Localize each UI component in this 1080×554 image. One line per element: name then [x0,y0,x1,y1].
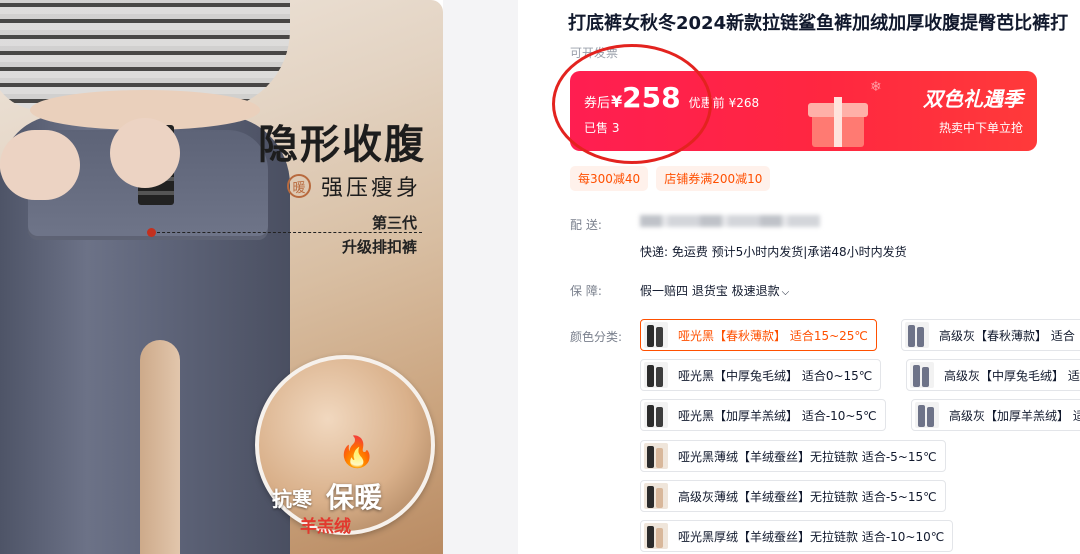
warm-badge-icon: 暖 [287,174,311,198]
guide-dot [147,228,156,237]
generation-label: 第三代 [371,214,417,232]
lambswool-label: 羊羔绒 [300,517,351,537]
pre-discount-label: 优惠前 [688,96,725,110]
color-option-matte-black-thin[interactable]: 哑光黑【春秋薄款】 适合15~25℃ [640,319,877,351]
sold-count: 已售 3 [584,121,620,135]
gift-box-icon [808,93,868,147]
color-option-matte-black-silk-thin[interactable]: 哑光黑薄绒【羊绒蚕丝】无拉链款 适合-5~15℃ [640,440,946,472]
coupon-price: 258 [622,81,681,114]
currency-symbol: ¥ [611,92,623,111]
product-title: 打底裤女秋冬2024新款拉链鲨鱼裤加绒加厚收腹提臀芭比裤打 [568,13,1069,34]
invoice-note: 可开发票 [570,46,619,60]
guarantee-label: 保 障: [570,284,602,298]
option-label: 高级灰【加厚羊羔绒】 适 [949,408,1080,423]
option-thumbnail [644,322,668,348]
color-option-matte-black-silk-thick[interactable]: 哑光黑厚绒【羊绒蚕丝】无拉链款 适合-10~10℃ [640,520,954,552]
option-thumbnail [644,483,668,509]
guarantee-value: 假一赔四 退货宝 极速退款 [640,284,780,298]
option-label: 高级灰薄绒【羊绒蚕丝】无拉链款 适合-5~15℃ [678,489,937,504]
price-row: 券后 ¥ 258 优惠前 ¥268 [584,81,759,114]
left-hand-graphic [0,130,80,200]
snowflake-icon: ❄ [870,79,882,95]
flame-icon: 🔥 [338,435,376,470]
option-thumbnail [905,322,929,348]
option-thumbnail [644,523,668,549]
generation-sub-label: 升级排扣裤 [341,238,417,256]
promo-season-title[interactable]: 双色礼遇季 [923,83,1023,112]
option-label: 哑光黑【中厚兔毛绒】 适合0~15℃ [678,368,873,383]
delivery-label: 配 送: [570,218,602,232]
option-label: 哑光黑【春秋薄款】 适合15~25℃ [678,328,868,343]
coupon-list: 每300减40 店铺券满200减10 [570,166,771,191]
color-option-gray-rabbit[interactable]: 高级灰【中厚兔毛绒】 适 [906,359,1080,391]
delivery-address-redacted[interactable] [640,215,820,227]
guarantee-dropdown[interactable]: 假一赔四 退货宝 极速退款 ⌵ [640,282,789,299]
color-options-label: 颜色分类: [570,330,623,344]
cold-resistant-label: 抗寒 [272,487,312,511]
option-label: 高级灰【春秋薄款】 适合 [939,328,1075,343]
keep-warm-label: 保暖 [326,481,383,514]
color-option-gray-thin[interactable]: 高级灰【春秋薄款】 适合 [901,319,1080,351]
option-thumbnail [644,443,668,469]
product-main-image[interactable]: 隐形收腹 暖 强压瘦身 第三代 升级排扣裤 🔥 抗寒 保暖 羊羔绒 [0,0,443,554]
image-subheadline-row: 暖 强压瘦身 [287,170,421,202]
option-thumbnail [910,362,934,388]
option-label: 哑光黑厚绒【羊绒蚕丝】无拉链款 适合-10~10℃ [678,529,945,544]
option-label: 哑光黑【加厚羊羔绒】 适合-10~5℃ [678,408,877,423]
price-banner: 券后 ¥ 258 优惠前 ¥268 已售 3 ❄ 双色礼遇季 热卖中下单立抢 [570,71,1037,151]
image-headline: 隐形收腹 [258,122,426,168]
option-thumbnail [644,402,668,428]
color-option-matte-black-lambswool[interactable]: 哑光黑【加厚羊羔绒】 适合-10~5℃ [640,399,886,431]
option-thumbnail [915,402,939,428]
color-option-gray-lambswool[interactable]: 高级灰【加厚羊羔绒】 适 [911,399,1080,431]
color-option-gray-silk-thin[interactable]: 高级灰薄绒【羊绒蚕丝】无拉链款 适合-5~15℃ [640,480,946,512]
image-subheadline: 强压瘦身 [321,176,422,201]
chevron-down-icon: ⌵ [781,287,790,298]
after-coupon-label: 券后 [584,96,611,111]
original-price: ¥268 [728,96,760,110]
color-option-matte-black-rabbit[interactable]: 哑光黑【中厚兔毛绒】 适合0~15℃ [640,359,882,391]
right-hand-graphic [110,118,180,188]
option-label: 高级灰【中厚兔毛绒】 适 [944,368,1080,383]
legging-gap-graphic [140,340,180,554]
coupon-tag[interactable]: 每300减40 [570,166,649,191]
option-label: 哑光黑薄绒【羊绒蚕丝】无拉链款 适合-5~15℃ [678,449,937,464]
shipping-info: 快递: 免运费 预计5小时内发货|承诺48小时内发货 [640,245,907,259]
promo-season-subtitle[interactable]: 热卖中下单立抢 [939,119,1023,136]
image-gallery-gutter [443,0,518,554]
coupon-tag[interactable]: 店铺券满200减10 [656,166,771,191]
option-thumbnail [644,362,668,388]
